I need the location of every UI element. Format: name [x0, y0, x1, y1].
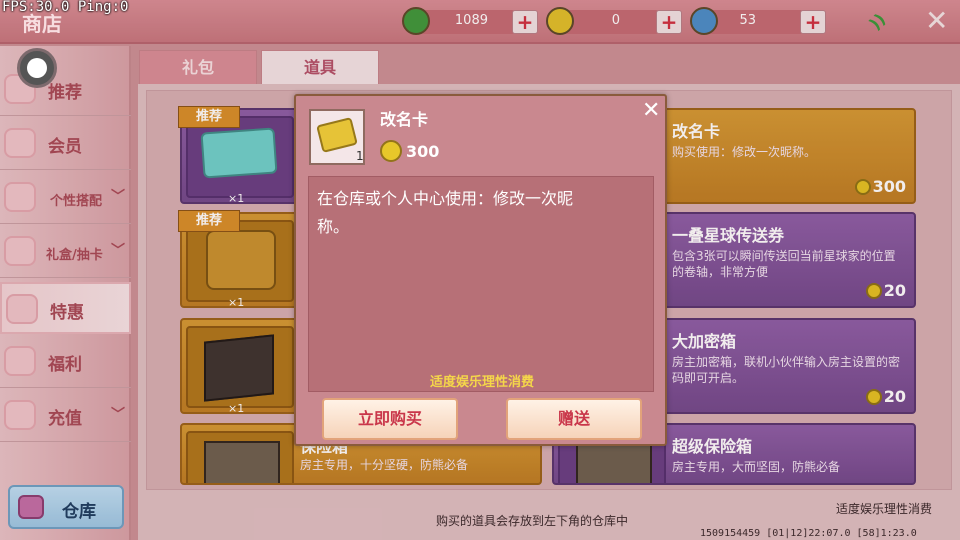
dialog-description: 在仓库或个人中心使用：修改一次昵称。 [317, 189, 574, 236]
gift-button[interactable]: 赠送 [506, 398, 642, 440]
moderation-notice: 适度娱乐理性消费 [429, 375, 534, 390]
item-quantity: 1 [356, 149, 364, 163]
purchase-dialog: 1 改名卡 300 ✕ 在仓库或个人中心使用：修改一次昵称。 适度娱乐理性消费 … [294, 94, 667, 446]
dialog-item-price: 300 [380, 140, 439, 162]
rename-card-icon [316, 117, 358, 153]
close-dialog-button[interactable]: ✕ [642, 98, 660, 123]
gold-coin-icon [380, 140, 402, 162]
record-button[interactable] [17, 48, 57, 88]
dialog-description-box: 在仓库或个人中心使用：修改一次昵称。 适度娱乐理性消费 [308, 176, 654, 392]
fps-readout: FPS:30.0 Ping:0 [2, 0, 129, 15]
buy-now-button[interactable]: 立即购买 [322, 398, 458, 440]
shop-screen: FPS:30.0 Ping:0 商店 1089 + 0 + 53 + )) ✕ [0, 0, 960, 540]
item-thumbnail: 1 [309, 109, 365, 165]
dialog-item-name: 改名卡 [380, 110, 429, 129]
